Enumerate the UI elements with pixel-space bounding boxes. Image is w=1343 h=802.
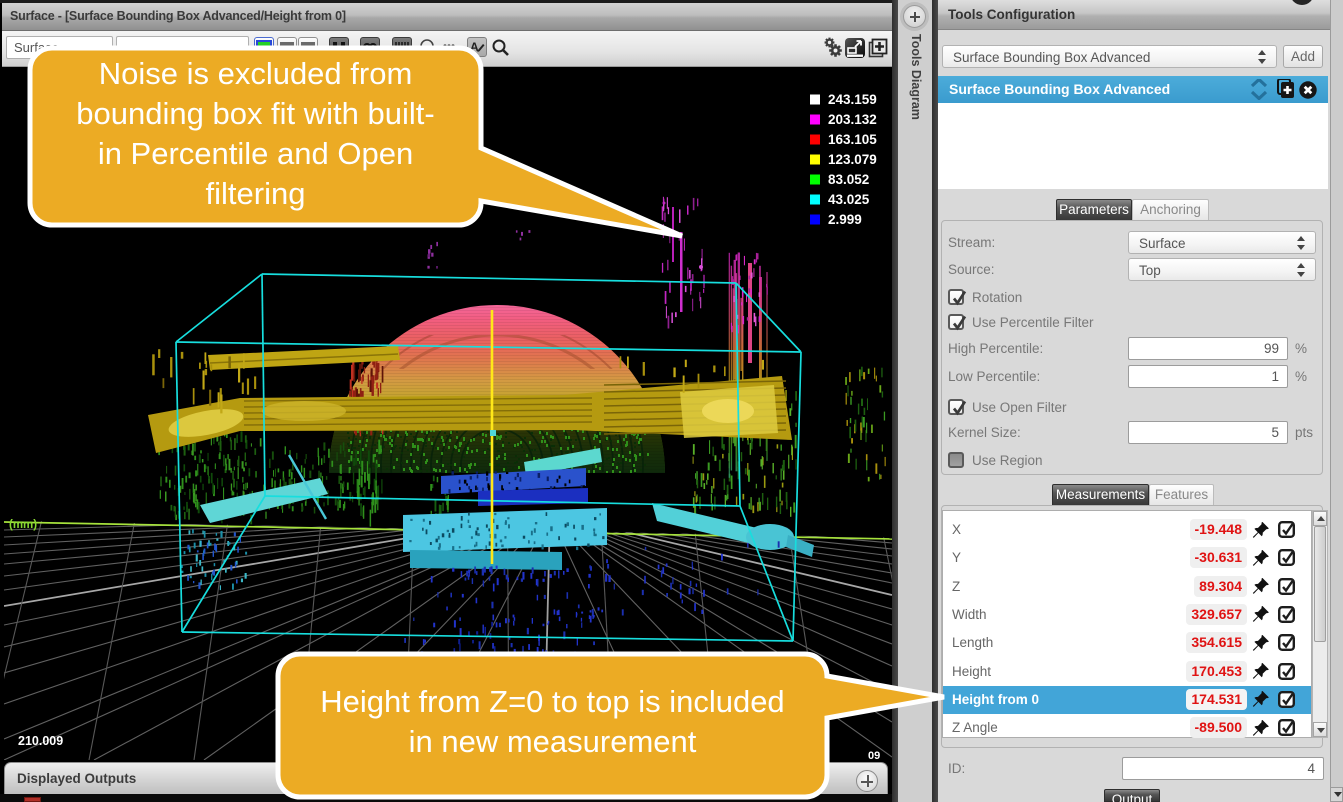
- svg-text:83.052: 83.052: [828, 172, 869, 187]
- svg-text:210.009: 210.009: [18, 734, 63, 748]
- svg-text:(mm): (mm): [9, 519, 37, 531]
- svg-text:09: 09: [868, 750, 880, 760]
- svg-text:163.105: 163.105: [828, 132, 877, 147]
- svg-text:203.132: 203.132: [828, 112, 877, 127]
- svg-text:43.025: 43.025: [828, 192, 870, 207]
- svg-text:243.159: 243.159: [828, 92, 877, 107]
- svg-text:2.999: 2.999: [828, 212, 862, 227]
- svg-text:123.079: 123.079: [828, 152, 877, 167]
